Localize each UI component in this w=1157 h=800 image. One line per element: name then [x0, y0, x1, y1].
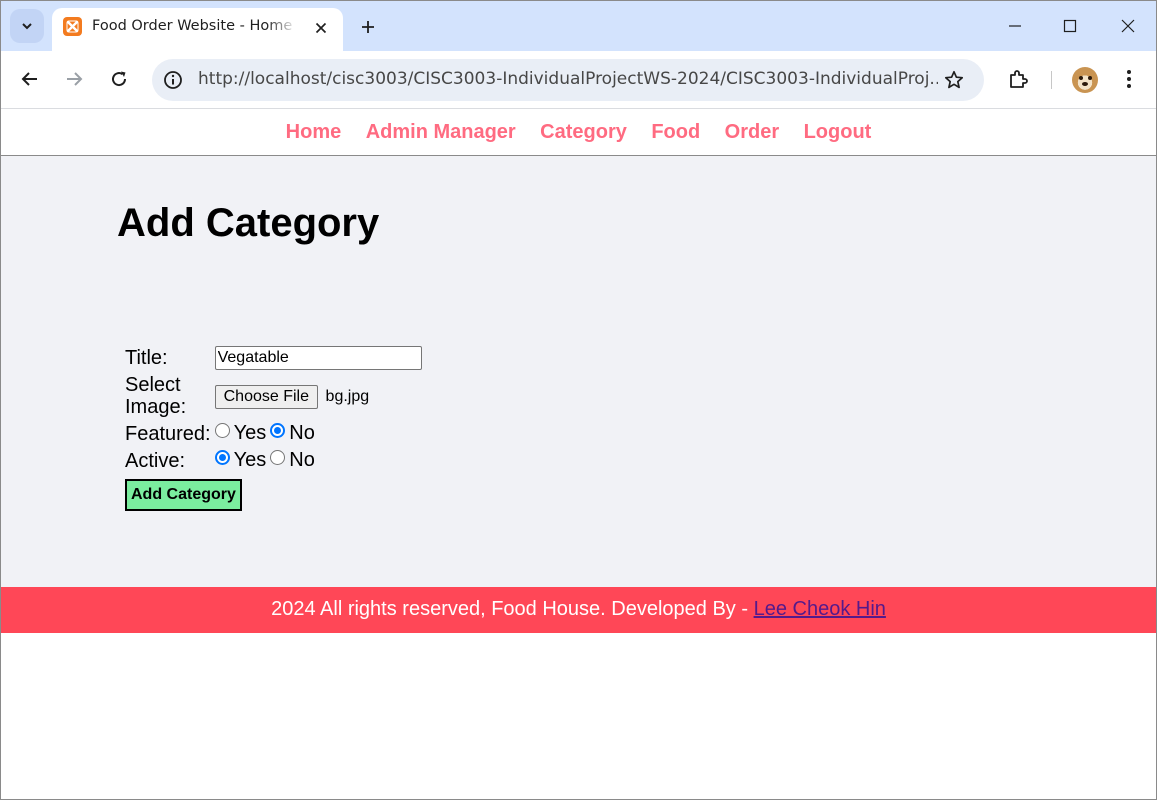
nav-link-food[interactable]: Food — [651, 121, 700, 143]
browser-tab-active[interactable]: Food Order Website - Home Page — [52, 8, 343, 51]
selected-file-name: bg.jpg — [325, 387, 370, 405]
title-label: Title: — [125, 346, 168, 369]
close-tab-icon[interactable] — [310, 17, 332, 39]
active-yes-radio[interactable] — [214, 450, 230, 465]
featured-label: Featured: — [125, 422, 211, 445]
address-bar[interactable]: http://localhost/cisc3003/CISC3003-Indiv… — [152, 59, 984, 101]
tab-title: Food Order Website - Home Page — [92, 18, 297, 34]
extensions-puzzle-icon[interactable] — [1003, 64, 1033, 94]
page-title: Add Category — [117, 201, 380, 245]
footer-text: 2024 All rights reserved, Food House. De… — [271, 598, 754, 620]
web-page: Home Admin Manager Category Food Order L… — [1, 110, 1156, 633]
site-info-icon[interactable] — [162, 69, 184, 91]
url-text[interactable]: http://localhost/cisc3003/CISC3003-Indiv… — [198, 69, 938, 89]
nav-link-admin-manager[interactable]: Admin Manager — [366, 121, 516, 143]
browser-toolbar: http://localhost/cisc3003/CISC3003-Indiv… — [1, 51, 1156, 109]
profile-avatar[interactable] — [1072, 67, 1098, 93]
chevron-down-icon — [22, 23, 32, 30]
browser-tab-strip: Food Order Website - Home Page — [1, 1, 1156, 51]
close-window-icon[interactable] — [1105, 9, 1151, 43]
form-row-title: Title: — [124, 344, 423, 371]
site-navigation: Home Admin Manager Category Food Order L… — [1, 110, 1156, 156]
nav-link-order[interactable]: Order — [725, 121, 779, 143]
active-label: Active: — [125, 449, 186, 472]
add-category-button[interactable]: Add Category — [125, 479, 242, 511]
tab-search-button[interactable] — [10, 9, 44, 43]
featured-yes-label: Yes — [233, 422, 267, 444]
bookmark-star-icon[interactable] — [942, 68, 966, 92]
nav-link-category[interactable]: Category — [540, 121, 627, 143]
featured-no-radio[interactable] — [270, 423, 286, 438]
select-image-label: Select Image: — [125, 374, 187, 418]
nav-link-logout[interactable]: Logout — [804, 121, 872, 143]
browser-menu-kebab-icon[interactable] — [1114, 64, 1144, 94]
back-arrow-icon[interactable] — [15, 64, 45, 94]
new-tab-plus-icon[interactable] — [355, 14, 381, 40]
active-no-label: No — [289, 449, 315, 471]
featured-no-label: No — [289, 422, 315, 444]
active-yes-label: Yes — [233, 449, 267, 471]
choose-file-button[interactable]: Choose File — [214, 384, 318, 409]
form-row-featured: Featured: Yes No — [124, 421, 423, 446]
maximize-window-icon[interactable] — [1047, 9, 1093, 43]
toolbar-divider — [1051, 71, 1052, 89]
form-row-active: Active: Yes No — [124, 448, 423, 473]
main-content: Add Category Title: Select Image: Choose… — [1, 156, 1156, 587]
minimize-window-icon[interactable] — [992, 9, 1038, 43]
forward-arrow-icon[interactable] — [59, 64, 89, 94]
title-input[interactable] — [214, 346, 422, 370]
nav-link-home[interactable]: Home — [286, 121, 342, 143]
form-row-image: Select Image: Choose File bg.jpg — [124, 373, 423, 419]
featured-yes-radio[interactable] — [214, 423, 230, 438]
xampp-favicon-icon — [63, 17, 82, 36]
reload-icon[interactable] — [104, 64, 134, 94]
form-row-submit: Add Category — [124, 475, 423, 512]
footer-author-link[interactable]: Lee Cheok Hin — [754, 598, 886, 620]
site-footer: 2024 All rights reserved, Food House. De… — [1, 587, 1156, 633]
add-category-form: Title: Select Image: Choose File bg.jpg … — [122, 342, 425, 514]
active-no-radio[interactable] — [270, 450, 286, 465]
